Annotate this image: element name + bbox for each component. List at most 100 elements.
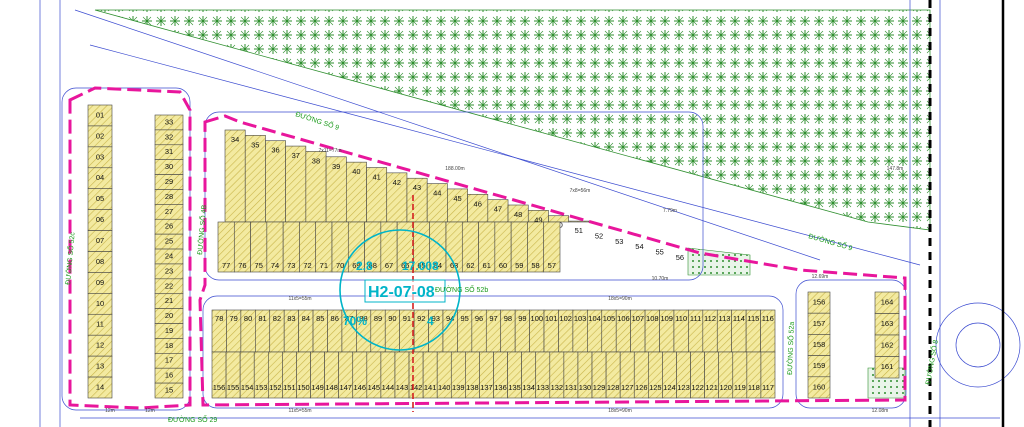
lot-block-right-b: 164 163 162 161 bbox=[874, 291, 900, 379]
dim-7x8: 7x8=56m bbox=[570, 188, 591, 194]
lot-number: 100 bbox=[531, 314, 544, 323]
lot-number: 105 bbox=[603, 314, 616, 323]
lot-number: 75 bbox=[255, 261, 263, 270]
lot-number: 57 bbox=[548, 261, 556, 270]
lot-number: 09 bbox=[96, 278, 104, 287]
lot-number: 21 bbox=[165, 296, 173, 305]
lot-number: 121 bbox=[705, 383, 718, 392]
street-label-so29: ĐƯỜNG SỐ 29 bbox=[168, 414, 217, 424]
lot-number: 82 bbox=[273, 314, 281, 323]
lot-number: 36 bbox=[271, 146, 279, 155]
lot-number: 33 bbox=[165, 117, 173, 126]
lot-number: 156 bbox=[213, 383, 226, 392]
lot-number: 154 bbox=[241, 383, 254, 392]
lot-number: 29 bbox=[165, 177, 173, 186]
coverage-top-right: 17.008 bbox=[402, 259, 439, 273]
dim-18x5-bottom: 18x5=90m bbox=[608, 408, 632, 414]
lot-number: 17 bbox=[165, 356, 173, 365]
lot-number: 156 bbox=[813, 298, 826, 307]
lot-number: 84 bbox=[302, 314, 310, 323]
lot-number: 161 bbox=[881, 362, 894, 371]
lot-number: 92 bbox=[417, 314, 425, 323]
dim-12m-bottom: 12m bbox=[105, 408, 115, 414]
street-label-so9-right: ĐƯỜNG SỐ 9 bbox=[807, 230, 854, 252]
lot-block-middle-top: 78 79 80 81 82 83 84 85 86 87 88 89 90 91 92 93 94 95 96 97… bbox=[211, 309, 776, 353]
lot-number: 47 bbox=[494, 205, 502, 214]
lot-number: 30 bbox=[165, 162, 173, 171]
lot-number: 102 bbox=[559, 314, 572, 323]
lot-number: 147 bbox=[339, 383, 352, 392]
lot-number: 76 bbox=[238, 261, 246, 270]
lot-number: 26 bbox=[165, 222, 173, 231]
lot-number: 142 bbox=[410, 383, 423, 392]
lot-number: 85 bbox=[316, 314, 324, 323]
lot-number: 43 bbox=[413, 183, 421, 192]
lot-number: 117 bbox=[762, 383, 774, 392]
lot-number: 116 bbox=[762, 314, 774, 323]
lot-number: 160 bbox=[813, 382, 826, 391]
lot-number: 146 bbox=[354, 383, 367, 392]
lot-number: 56 bbox=[676, 253, 684, 262]
dim-1478: 147.8m bbox=[887, 166, 904, 172]
lot-number: 02 bbox=[96, 131, 104, 140]
lot-number: 128 bbox=[607, 383, 620, 392]
lot-number: 133 bbox=[537, 383, 550, 392]
lot-number: 37 bbox=[292, 151, 300, 160]
lot-number: 20 bbox=[165, 311, 173, 320]
lot-number: 46 bbox=[474, 199, 482, 208]
lot-number: 72 bbox=[303, 261, 311, 270]
lot-number: 62 bbox=[466, 261, 474, 270]
lot-number: 90 bbox=[388, 314, 396, 323]
coverage-bottom-left: 70% bbox=[343, 314, 367, 328]
lot-number: 58 bbox=[531, 261, 539, 270]
lot-block-left-a: 01 02 03 04 05 06 07 08 09 10 11 12 13 14 bbox=[87, 104, 113, 399]
lot-number: 157 bbox=[813, 319, 826, 328]
lot-number: 138 bbox=[466, 383, 479, 392]
lot-number: 114 bbox=[733, 314, 745, 323]
lot-number: 03 bbox=[96, 152, 104, 161]
lot-number: 137 bbox=[480, 383, 493, 392]
lot-number: 141 bbox=[424, 383, 437, 392]
lot-number: 32 bbox=[165, 132, 173, 141]
lot-number: 112 bbox=[704, 314, 716, 323]
lot-number: 22 bbox=[165, 281, 173, 290]
lot-number: 91 bbox=[403, 314, 411, 323]
lot-number: 14 bbox=[96, 383, 104, 392]
lot-number: 13 bbox=[96, 362, 104, 371]
lot-number: 83 bbox=[287, 314, 295, 323]
lot-number: 78 bbox=[215, 314, 223, 323]
lot-number: 53 bbox=[615, 237, 623, 246]
lot-parcel bbox=[568, 220, 590, 223]
street-label-so52a: ĐƯỜNG SỐ 52a bbox=[784, 321, 796, 375]
lot-number: 158 bbox=[813, 340, 826, 349]
lot-number: 127 bbox=[621, 383, 634, 392]
lot-number: 144 bbox=[382, 383, 395, 392]
lot-number: 42 bbox=[393, 178, 401, 187]
lot-number: 27 bbox=[165, 207, 173, 216]
lot-number: 143 bbox=[396, 383, 409, 392]
lot-number: 73 bbox=[287, 261, 295, 270]
lot-number: 24 bbox=[165, 251, 173, 260]
lot-number: 118 bbox=[748, 383, 760, 392]
lot-number: 159 bbox=[813, 361, 826, 370]
lot-number: 74 bbox=[271, 261, 279, 270]
lot-number: 77 bbox=[222, 261, 230, 270]
lot-number: 119 bbox=[734, 383, 746, 392]
lot-number: 136 bbox=[494, 383, 507, 392]
lot-number: 132 bbox=[551, 383, 564, 392]
site-plan-map: 0102030405060708091011121314 33323130292… bbox=[39, 0, 1021, 427]
lot-number: 148 bbox=[325, 383, 338, 392]
zone-code: H2-07-08 bbox=[368, 284, 435, 301]
dim-18x5-top: 18x5=90m bbox=[608, 296, 632, 302]
lot-number: 59 bbox=[515, 261, 523, 270]
lot-number: 106 bbox=[617, 314, 630, 323]
lot-number: 18 bbox=[165, 341, 173, 350]
lot-number: 48 bbox=[514, 210, 522, 219]
dim-11x5-bottom: 11x5=55m bbox=[288, 408, 311, 414]
dim-1208: 12.08m bbox=[872, 408, 889, 414]
lot-block-right-a: 156 157 158 159 160 bbox=[807, 291, 831, 399]
dim-1269: 12.69m bbox=[812, 274, 829, 280]
lot-number: 07 bbox=[96, 236, 104, 245]
lot-number: 129 bbox=[593, 383, 606, 392]
lot-number: 140 bbox=[438, 383, 451, 392]
